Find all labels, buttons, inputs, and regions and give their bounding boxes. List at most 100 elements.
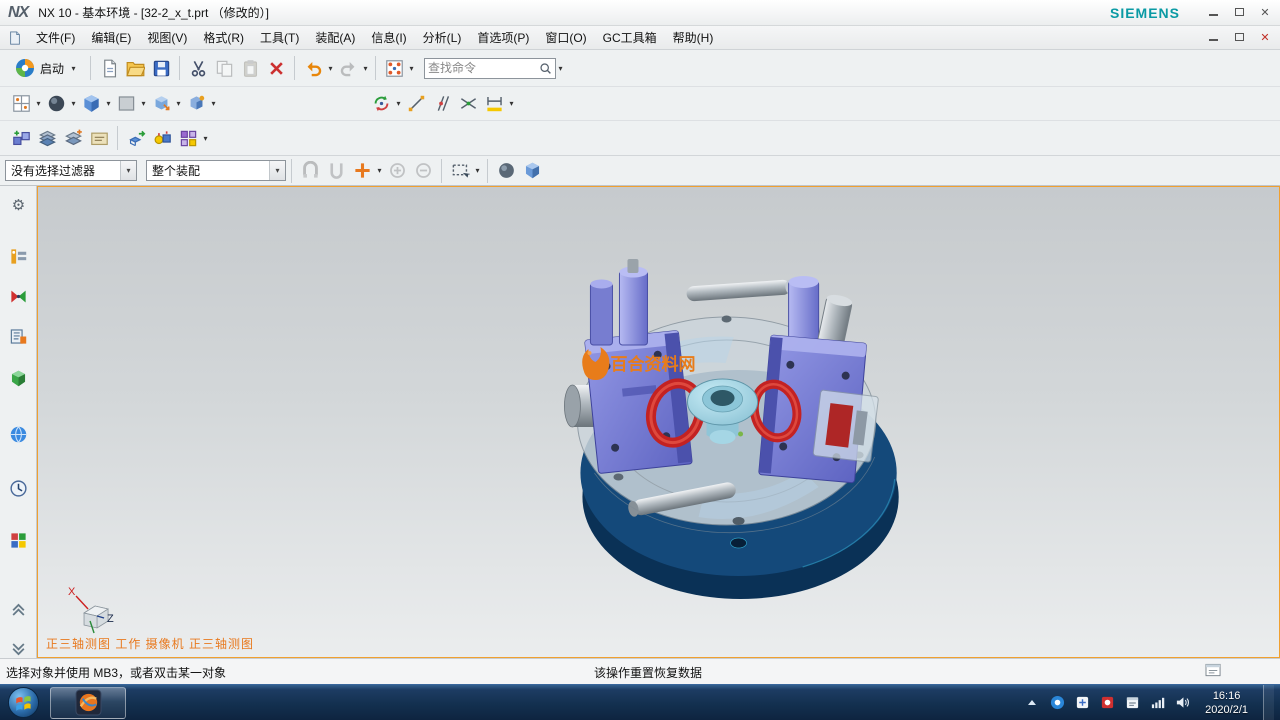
- standard-toolbar: 启动 ▾ ▾ ▾ ▾ ▾: [0, 50, 1280, 87]
- menu-analysis[interactable]: 分析(L): [415, 26, 470, 49]
- app-minimize-button[interactable]: [1204, 4, 1222, 20]
- chevron-down-icon[interactable]: ▾: [326, 64, 335, 73]
- menu-edit[interactable]: 编辑(E): [83, 26, 139, 49]
- chevron-down-icon[interactable]: ▾: [174, 99, 183, 108]
- marquee-select-button[interactable]: [447, 157, 473, 185]
- chevron-down-icon[interactable]: ▾: [34, 99, 43, 108]
- magnet-button[interactable]: [323, 157, 349, 185]
- background-button[interactable]: [113, 90, 139, 118]
- menu-view[interactable]: 视图(V): [139, 26, 195, 49]
- copy-button[interactable]: [211, 54, 237, 82]
- new-file-button[interactable]: [96, 54, 122, 82]
- graphics-window[interactable]: 百合资料网 X Z 正三轴测图 工作 摄像机 正三轴测图: [37, 186, 1280, 658]
- chevron-down-icon[interactable]: ▾: [209, 99, 218, 108]
- constraint-navigator-icon: [9, 287, 28, 306]
- chevron-down-icon[interactable]: ▾: [69, 99, 78, 108]
- pattern-component-button[interactable]: [175, 124, 201, 152]
- include-selection-button[interactable]: [384, 157, 410, 185]
- snap-dimension-button[interactable]: [481, 90, 507, 118]
- history-tab[interactable]: [6, 476, 31, 501]
- taskbar-clock[interactable]: 16:16 2020/2/1: [1199, 689, 1254, 717]
- menu-file[interactable]: 文件(F): [28, 26, 83, 49]
- doc-restore-button[interactable]: [1230, 29, 1248, 45]
- part-navigator-tab[interactable]: [6, 324, 31, 349]
- paste-button[interactable]: [237, 54, 263, 82]
- tray-calendar-icon[interactable]: [1124, 695, 1140, 711]
- app-maximize-button[interactable]: [1230, 4, 1248, 20]
- view-cube-front-button[interactable]: [148, 90, 174, 118]
- resource-options-button[interactable]: ⚙: [6, 192, 31, 217]
- show-desktop-button[interactable]: [1263, 685, 1274, 720]
- snap-toggle-button[interactable]: [297, 157, 323, 185]
- document-menu-icon[interactable]: [8, 31, 22, 45]
- tray-network-icon[interactable]: [1149, 695, 1165, 711]
- solid-select-button[interactable]: [519, 157, 545, 185]
- taskbar-nx-app-button[interactable]: [50, 687, 126, 719]
- notes-button[interactable]: [86, 124, 112, 152]
- app-close-button[interactable]: ✕: [1256, 4, 1274, 20]
- delete-button[interactable]: [263, 54, 289, 82]
- window-layout-button[interactable]: [8, 90, 34, 118]
- selection-filter-dropdown[interactable]: 没有选择过滤器 ▾: [5, 160, 137, 181]
- cut-button[interactable]: [185, 54, 211, 82]
- web-browser-tab[interactable]: [6, 422, 31, 447]
- menu-preferences[interactable]: 首选项(P): [469, 26, 537, 49]
- tray-netdisk-icon[interactable]: [1099, 695, 1115, 711]
- constraint-navigator-tab[interactable]: [6, 284, 31, 309]
- show-product-outline-button[interactable]: [60, 124, 86, 152]
- more-commands-chevron-icon[interactable]: ▾: [556, 64, 565, 73]
- chevron-down-icon[interactable]: ▾: [104, 99, 113, 108]
- exclude-selection-button[interactable]: [410, 157, 436, 185]
- materials-tab[interactable]: [6, 528, 31, 553]
- doc-minimize-button[interactable]: [1204, 29, 1222, 45]
- chevron-down-icon[interactable]: ▾: [473, 166, 482, 175]
- chevron-down-icon[interactable]: ▾: [201, 134, 210, 143]
- save-button[interactable]: [148, 54, 174, 82]
- chevron-down-icon[interactable]: ▾: [407, 64, 416, 73]
- start-button[interactable]: [0, 685, 46, 720]
- command-finder-input[interactable]: [428, 61, 539, 75]
- snap-angle-button[interactable]: [429, 90, 455, 118]
- doc-close-button[interactable]: ✕: [1256, 29, 1274, 45]
- tray-volume-icon[interactable]: [1174, 695, 1190, 711]
- toolbar-separator: [294, 56, 295, 80]
- assembly-navigator-tab[interactable]: [6, 244, 31, 269]
- menu-help[interactable]: 帮助(H): [665, 26, 722, 49]
- chevron-down-icon[interactable]: ▾: [394, 99, 403, 108]
- menu-information[interactable]: 信息(I): [363, 26, 414, 49]
- hidden-icons-button[interactable]: [1024, 695, 1040, 711]
- tray-ime-icon[interactable]: [1074, 695, 1090, 711]
- start-menu-button[interactable]: 启动 ▾: [8, 53, 85, 83]
- tray-help-icon[interactable]: [1049, 695, 1065, 711]
- move-component-button[interactable]: [123, 124, 149, 152]
- shaded-select-button[interactable]: [493, 157, 519, 185]
- selection-scope-dropdown[interactable]: 整个装配 ▾: [146, 160, 286, 181]
- rotate-point-button[interactable]: [368, 90, 394, 118]
- orient-view-button[interactable]: [78, 90, 104, 118]
- open-by-proximity-button[interactable]: [34, 124, 60, 152]
- chevron-down-icon[interactable]: ▾: [375, 166, 384, 175]
- render-style-button[interactable]: [43, 90, 69, 118]
- redo-button[interactable]: [335, 54, 361, 82]
- undo-button[interactable]: [300, 54, 326, 82]
- view-cube-iso-button[interactable]: [183, 90, 209, 118]
- hd3d-tool-tab[interactable]: [6, 366, 31, 391]
- find-component-button[interactable]: [8, 124, 34, 152]
- menu-tools[interactable]: 工具(T): [252, 26, 307, 49]
- system-tray: 16:16 2020/2/1: [1024, 685, 1280, 720]
- window-monitor-icon[interactable]: [1205, 663, 1222, 681]
- chevron-down-icon[interactable]: ▾: [507, 99, 516, 108]
- assembly-constraints-button[interactable]: [149, 124, 175, 152]
- chevron-down-icon[interactable]: ▾: [139, 99, 148, 108]
- menu-gc-toolbox[interactable]: GC工具箱: [595, 26, 665, 49]
- add-filter-button[interactable]: [349, 157, 375, 185]
- menu-format[interactable]: 格式(R): [195, 26, 252, 49]
- open-button[interactable]: [122, 54, 148, 82]
- menu-assemblies[interactable]: 装配(A): [307, 26, 363, 49]
- resource-scroll-up-button[interactable]: [6, 596, 31, 621]
- chevron-down-icon[interactable]: ▾: [361, 64, 370, 73]
- shortcuts-button[interactable]: [381, 54, 407, 82]
- menu-window[interactable]: 窗口(O): [537, 26, 594, 49]
- snap-endpoint-button[interactable]: [403, 90, 429, 118]
- snap-cross-button[interactable]: [455, 90, 481, 118]
